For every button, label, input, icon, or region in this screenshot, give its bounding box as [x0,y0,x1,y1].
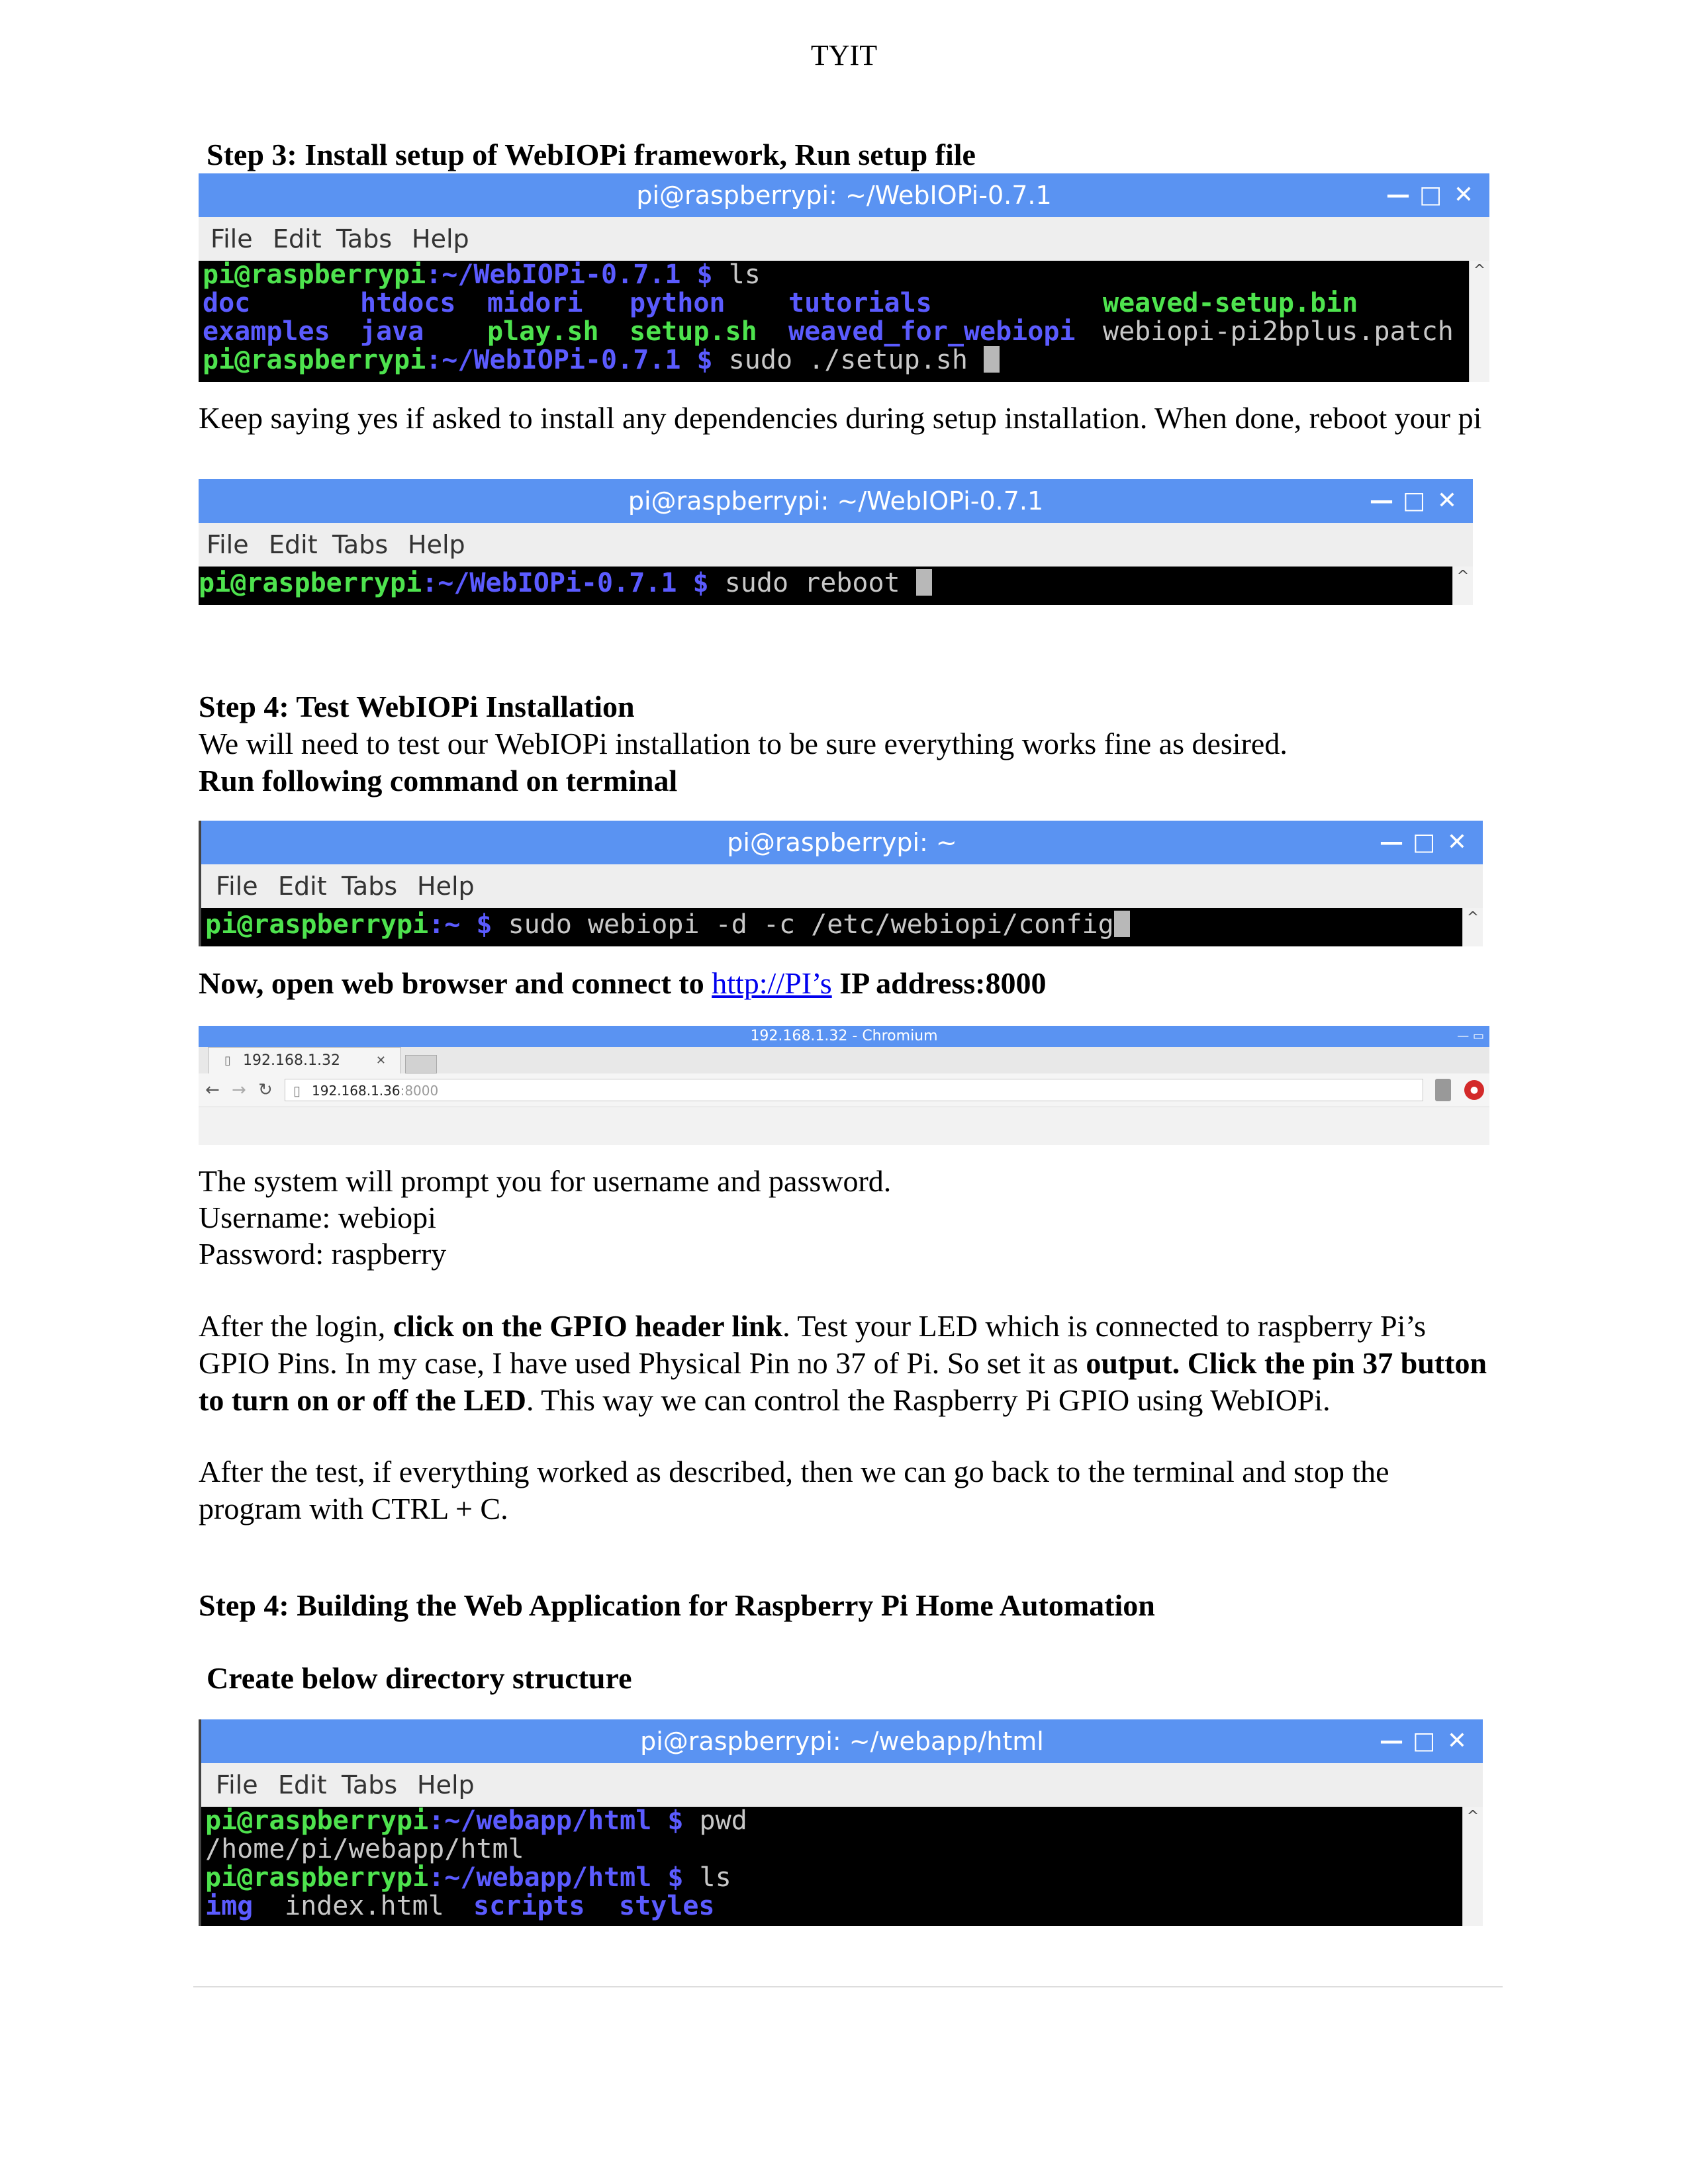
menu-edit[interactable]: Edit [278,1763,327,1807]
menu-help[interactable]: Help [412,217,469,261]
run-command-label: Run following command on terminal [199,764,678,797]
password-text: Password: raspberry [199,1237,447,1271]
scrollbar[interactable]: ^ [1462,1807,1483,1926]
scroll-up-icon[interactable]: ^ [1463,909,1483,927]
back-icon[interactable]: ← [205,1073,220,1107]
minimize-icon[interactable]: — [1380,821,1403,864]
window-title: pi@raspberrypi: ~/webapp/html [640,1727,1044,1756]
menu-edit[interactable]: Edit [278,864,327,908]
page-icon: ▯ [224,1054,231,1068]
url-port: :8000 [400,1083,439,1099]
terminal-screen[interactable]: pi@raspberrypi:~ $ sudo webiopi -d -c /e… [201,908,1463,946]
scrollbar[interactable]: ^ [1452,567,1473,605]
username-text: Username: webiopi [199,1201,436,1234]
minimize-icon[interactable]: — [1386,173,1410,217]
close-icon[interactable]: ✕ [1437,479,1457,523]
terminal-line: pi@raspberrypi:~/webapp/html $ pwd [205,1807,747,1836]
maximize-icon[interactable]: □ [1413,821,1435,864]
terminal-screen[interactable]: pi@raspberrypi:~/webapp/html $ pwd /home… [201,1807,1463,1926]
scrollbar[interactable]: ^ [1469,261,1489,382]
setup-note: Keep saying yes if asked to install any … [199,401,1482,435]
menu-tabs[interactable]: Tabs [336,217,392,261]
reload-icon[interactable]: ↻ [258,1073,273,1107]
forward-icon[interactable]: → [232,1073,246,1107]
terminal-line: pi@raspberrypi:~/webapp/html $ ls [205,1862,731,1893]
menu-bar [199,217,1489,261]
menu-file[interactable]: File [211,217,253,261]
gpio-paragraph: After the login, click on the GPIO heade… [199,1309,1487,1417]
menu-help[interactable]: Help [408,523,465,567]
test-paragraph: After the test, if everything worked as … [199,1455,1389,1525]
terminal-window-webapp: pi@raspberrypi: ~/webapp/html — □ ✕ File… [199,1719,1483,1926]
scroll-up-icon[interactable]: ^ [1463,1808,1483,1825]
scroll-up-icon[interactable]: ^ [1470,262,1489,279]
extension-icon[interactable] [1435,1079,1451,1101]
browser-tab[interactable]: ▯ 192.168.1.32 ✕ [208,1047,401,1074]
maximize-icon[interactable]: □ [1413,1719,1435,1763]
menu-file[interactable]: File [216,1763,258,1807]
terminal-window-test: pi@raspberrypi: ~ — □ ✕ File Edit Tabs H… [199,821,1483,946]
page-header: TYIT [810,39,878,71]
menu-edit[interactable]: Edit [269,523,318,567]
maximize-icon[interactable]: □ [1419,173,1442,217]
url-host: 192.168.1.36 [312,1083,400,1099]
adblock-icon[interactable]: ● [1464,1080,1484,1100]
window-title: pi@raspberrypi: ~/WebIOPi-0.7.1 [628,486,1044,516]
new-tab-button[interactable] [405,1055,437,1073]
menu-tabs[interactable]: Tabs [342,1763,397,1807]
window-controls[interactable]: — ▭ [1457,1026,1484,1047]
terminal-screen[interactable]: pi@raspberrypi:~/WebIOPi-0.7.1 $ ls doc h… [199,261,1470,382]
terminal-line: pi@raspberrypi:~/WebIOPi-0.7.1 $ sudo re… [199,569,932,598]
menu-bar [199,523,1473,567]
step4-intro: We will need to test our WebIOPi install… [199,727,1288,760]
step3-heading: Step 3: Install setup of WebIOPi framewo… [207,138,976,171]
step4-heading: Step 4: Test WebIOPi Installation [199,690,635,723]
terminal-cursor [1113,911,1130,937]
terminal-cursor [915,569,932,596]
terminal-window-reboot: pi@raspberrypi: ~/WebIOPi-0.7.1 — □ ✕ Fi… [199,479,1473,605]
terminal-line: /home/pi/webapp/html [205,1834,524,1864]
menu-tabs[interactable]: Tabs [332,523,388,567]
terminal-line: pi@raspberrypi:~ $ sudo webiopi -d -c /e… [205,911,1130,939]
directory-subheading: Create below directory structure [207,1661,632,1695]
step4b-heading: Step 4: Building the Web Application for… [199,1588,1155,1622]
terminal-window-setup: pi@raspberrypi: ~/WebIOPi-0.7.1 — □ ✕ Fi… [199,173,1489,382]
terminal-line: pi@raspberrypi:~/WebIOPi-0.7.1 $ ls [203,261,761,290]
maximize-icon[interactable]: □ [1403,479,1425,523]
menu-help[interactable]: Help [417,1763,475,1807]
close-icon[interactable]: ✕ [1447,821,1467,864]
terminal-cursor [984,346,1000,373]
menu-file[interactable]: File [207,523,249,567]
scrollbar[interactable]: ^ [1462,908,1483,946]
tab-close-icon[interactable]: ✕ [376,1048,386,1074]
tab-title: 192.168.1.32 [243,1052,340,1069]
window-title: pi@raspberrypi: ~ [727,828,957,857]
terminal-screen[interactable]: pi@raspberrypi:~/WebIOPi-0.7.1 $ sudo re… [199,567,1453,605]
terminal-line: pi@raspberrypi:~/WebIOPi-0.7.1 $ sudo ./… [203,346,1000,375]
pi-ip-link[interactable]: http://PI’s [712,966,831,1000]
menu-tabs[interactable]: Tabs [342,864,397,908]
close-icon[interactable]: ✕ [1447,1719,1467,1763]
browser-title: 192.168.1.32 - Chromium [199,1026,1489,1047]
browser-window: 192.168.1.32 - Chromium — ▭ ▯ 192.168.1.… [199,1026,1489,1145]
address-bar[interactable]: ▯ 192.168.1.36:8000 [285,1079,1423,1101]
menu-help[interactable]: Help [417,864,475,908]
close-icon[interactable]: ✕ [1454,173,1474,217]
minimize-icon[interactable]: — [1380,1719,1403,1763]
menu-edit[interactable]: Edit [273,217,322,261]
footer-divider [193,1986,1503,1987]
menu-file[interactable]: File [216,864,258,908]
window-title: pi@raspberrypi: ~/WebIOPi-0.7.1 [636,181,1052,210]
scroll-up-icon[interactable]: ^ [1453,568,1473,585]
minimize-icon[interactable]: — [1370,479,1393,523]
prompt-text: The system will prompt you for username … [199,1164,892,1198]
page-icon: ▯ [293,1083,301,1099]
browser-instruction: Now, open web browser and connect to htt… [199,966,1047,1000]
